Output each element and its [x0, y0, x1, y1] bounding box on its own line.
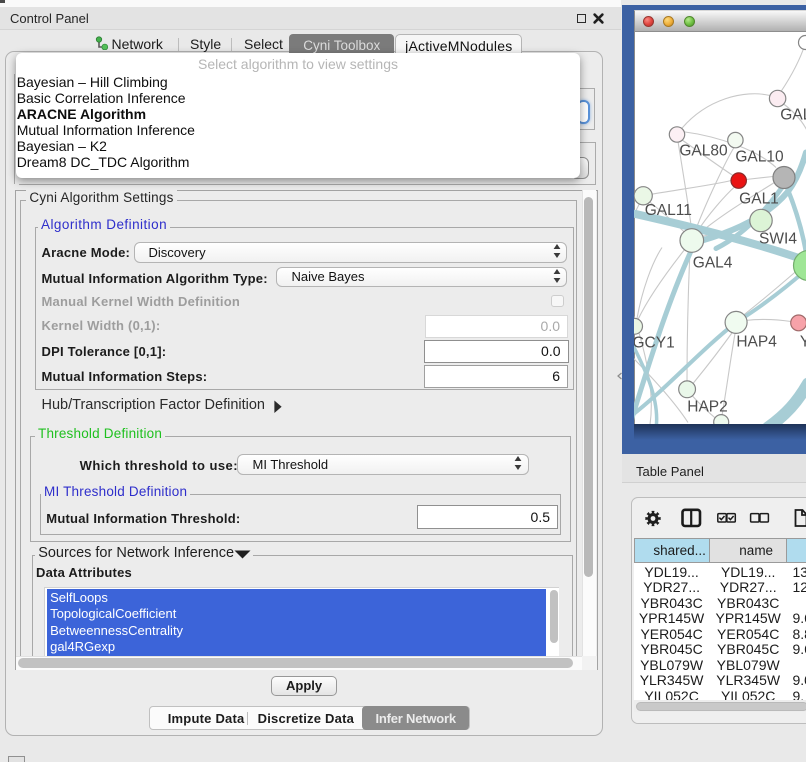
svg-text:GAL2: GAL2: [780, 106, 806, 123]
svg-text:GCY1: GCY1: [634, 334, 675, 351]
svg-text:HAP2: HAP2: [687, 398, 728, 415]
svg-text:GAL80: GAL80: [679, 142, 728, 159]
svg-text:GAL11: GAL11: [645, 202, 692, 219]
svg-text:GAL1: GAL1: [739, 190, 779, 207]
svg-text:GAL4: GAL4: [693, 254, 733, 271]
svg-text:Y: Y: [800, 333, 806, 350]
svg-text:GAL10: GAL10: [735, 148, 784, 165]
svg-text:HAP4: HAP4: [736, 333, 777, 350]
svg-text:SWI4: SWI4: [759, 230, 797, 247]
